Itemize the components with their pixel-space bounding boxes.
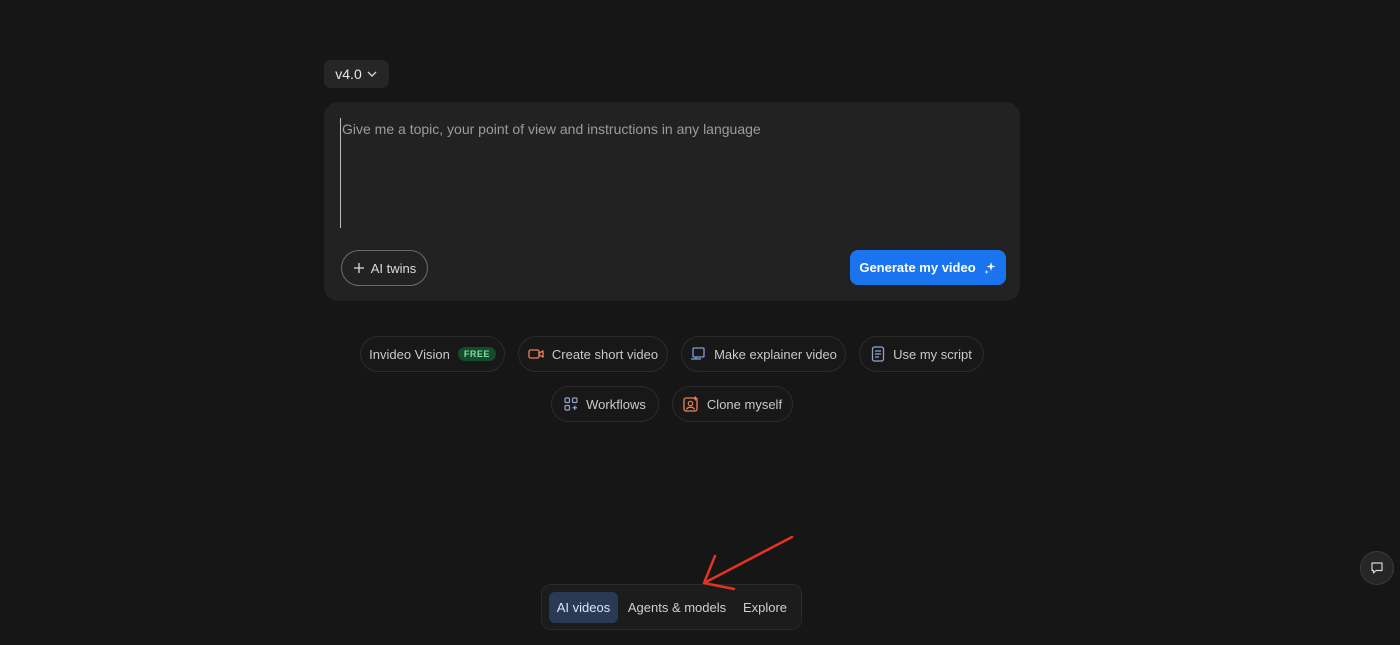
- prompt-box: AI twins Generate my video: [324, 102, 1020, 301]
- chip-invideo-vision[interactable]: Invideo Vision FREE: [360, 336, 505, 372]
- annotation-arrow-icon: [702, 535, 794, 591]
- grid-icon: [564, 397, 578, 411]
- chevron-down-icon: [366, 68, 378, 80]
- sparkle-icon: [984, 261, 997, 274]
- workflows-label: Workflows: [586, 396, 646, 412]
- ai-twins-button[interactable]: AI twins: [341, 250, 428, 286]
- document-icon: [871, 346, 885, 362]
- use-my-script-label: Use my script: [893, 346, 972, 362]
- clone-myself-label: Clone myself: [706, 396, 783, 412]
- plus-icon: [353, 262, 365, 274]
- create-short-video-label: Create short video: [551, 346, 659, 362]
- presentation-icon: [690, 347, 706, 361]
- version-label: v4.0: [335, 66, 362, 82]
- generate-video-label: Generate my video: [859, 260, 976, 275]
- prompt-input[interactable]: [340, 118, 1002, 228]
- feedback-button[interactable]: [1360, 551, 1394, 585]
- clone-portrait-icon: [683, 396, 699, 412]
- chat-bubble-icon: [1370, 561, 1384, 575]
- free-badge: FREE: [457, 347, 496, 361]
- invideo-vision-label: Invideo Vision: [369, 346, 450, 362]
- tab-agents-models[interactable]: Agents & models: [624, 592, 730, 623]
- chip-use-my-script[interactable]: Use my script: [859, 336, 984, 372]
- make-explainer-video-label: Make explainer video: [714, 346, 837, 362]
- video-camera-icon: [528, 347, 544, 361]
- generate-video-button[interactable]: Generate my video: [850, 250, 1006, 285]
- chip-create-short-video[interactable]: Create short video: [518, 336, 668, 372]
- ai-twins-label: AI twins: [370, 260, 417, 276]
- bottom-tab-bar: AI videos Agents & models Explore: [541, 584, 802, 630]
- tab-ai-videos[interactable]: AI videos: [549, 592, 618, 623]
- chip-make-explainer-video[interactable]: Make explainer video: [681, 336, 846, 372]
- chip-workflows[interactable]: Workflows: [551, 386, 659, 422]
- tab-explore[interactable]: Explore: [735, 592, 795, 623]
- version-dropdown[interactable]: v4.0: [324, 60, 389, 88]
- chip-clone-myself[interactable]: Clone myself: [672, 386, 793, 422]
